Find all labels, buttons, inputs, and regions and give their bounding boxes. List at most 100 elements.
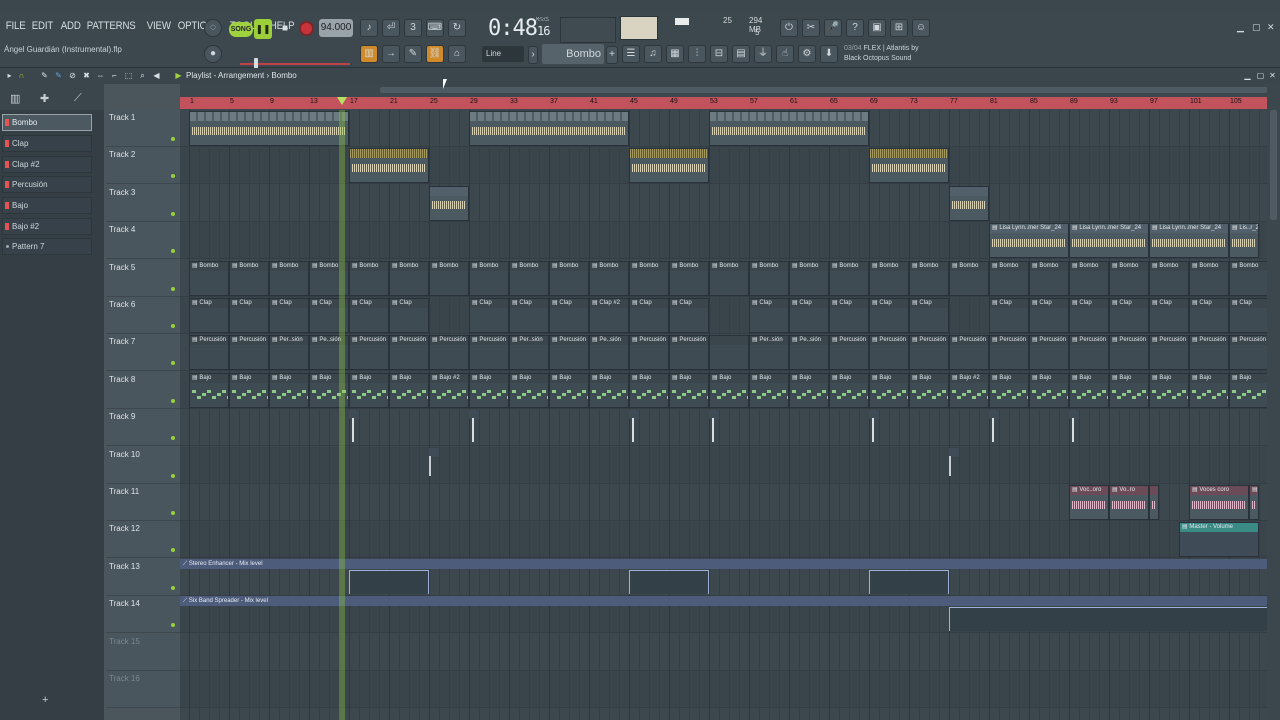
online-icon[interactable]: ⏻ [780,19,798,37]
track-mute-led[interactable] [171,548,175,552]
clip[interactable]: ▤ Clap [669,298,709,333]
track-mute-led[interactable] [171,436,175,440]
clip[interactable] [709,335,749,371]
countdown-icon[interactable]: 3 [404,19,422,37]
clip[interactable] [469,410,479,445]
track-mute-led[interactable] [171,137,175,141]
scroll-thumb[interactable] [380,87,1280,93]
clip[interactable]: ▤ Bajo [629,372,669,408]
track-mute-led[interactable] [171,474,175,478]
clip[interactable]: ▤ Bombo [749,260,789,296]
piano-icon[interactable]: ▥ [10,92,20,105]
track-mute-led[interactable] [171,212,175,216]
clip[interactable]: ▤ Percusión [629,335,669,371]
clip[interactable]: ▤ Pe..sión [589,335,629,371]
clip[interactable]: ▤ Clap [1069,298,1109,333]
pattern-item-percusion[interactable]: Percusión [2,176,92,193]
clip[interactable]: ▤ Bajo [389,372,429,408]
piano-roll-window-icon[interactable]: ♫ [644,45,662,63]
minimize-icon[interactable]: ▁ [1237,22,1244,33]
clip[interactable]: ▤ Clap [189,298,229,333]
clip[interactable]: ▤ Bombo [549,260,589,296]
horizontal-scrollbar[interactable] [180,84,1280,96]
clip[interactable] [349,410,359,445]
picker-add-icon[interactable]: + [42,694,48,706]
track-header[interactable]: Track 2 [106,147,180,184]
help-icon[interactable]: ? [846,19,864,37]
plugin-picker-icon[interactable]: ▤ [732,45,750,63]
clip[interactable] [709,410,719,445]
mixer-window-icon[interactable]: ⫶ [688,45,706,63]
step-edit-icon[interactable]: ⌨ [426,19,444,37]
clip[interactable]: ▤ Bajo [1029,372,1069,408]
clip[interactable]: ▤ Bajo [229,372,269,408]
menu-edit[interactable]: EDIT [30,16,55,36]
track-mute-led[interactable] [171,287,175,291]
stop-button[interactable]: ■ [276,19,294,39]
wait-input-icon[interactable]: ⏎ [382,19,400,37]
magnet-icon[interactable]: ∩ [17,71,26,80]
clip[interactable]: ▤ Bombo [789,260,829,296]
chat-icon[interactable]: ☺ [912,19,930,37]
clip[interactable]: ▤ Per..sión [269,335,309,371]
menu-add[interactable]: ADD [59,16,82,36]
clip[interactable]: ▤ Vo..ro [1109,485,1149,520]
pattern-item-7[interactable]: Pattern 7 [2,238,92,255]
clip[interactable]: ▤ Clap [629,298,669,333]
clip[interactable]: ▤ Bajo [549,372,589,408]
playlist-close-icon[interactable]: ✕ [1268,71,1277,80]
track-mute-led[interactable] [171,174,175,178]
track-mute-led[interactable] [171,511,175,515]
clip[interactable]: ▤ Bombo [589,260,629,296]
playlist-title[interactable]: Playlist - Arrangement [186,71,264,80]
draw-tool-icon[interactable]: ✎ [40,71,49,80]
news-panel[interactable]: 03/04 FLEX | Atlantis by Black Octopus S… [844,44,952,66]
clip[interactable]: ▤ Percusión [989,335,1029,371]
clip[interactable]: ▤ Bajo [789,372,829,408]
clip[interactable]: ▤ Percusión [869,335,909,371]
clip[interactable] [949,447,959,483]
clip[interactable]: ▤ Bajo [669,372,709,408]
tempo-display[interactable]: 94.000 [319,19,353,37]
clip[interactable] [469,111,629,146]
clip[interactable]: ▤ Bajo [349,372,389,408]
clip[interactable]: ▤ Bombo [349,260,389,296]
clip[interactable]: ▤ Bajo [829,372,869,408]
clip[interactable]: ▤ Clap [349,298,389,333]
clip[interactable]: ▤ Bombo [709,260,749,296]
clip[interactable]: ▤ Bajo #2 [429,372,469,408]
clip[interactable]: ▤ Bajo [869,372,909,408]
pattern-selector[interactable]: Bombo [542,44,604,64]
snap-selector[interactable]: Line [482,46,524,62]
clip[interactable]: ▤ Bombo [1149,260,1189,296]
clip[interactable]: ▤ Bajo [749,372,789,408]
clip[interactable]: ▤ Bombo [269,260,309,296]
clip[interactable]: ▤ Clap #2 [589,298,629,333]
clip[interactable]: ▤ Bombo [629,260,669,296]
clip[interactable]: ▤ Bajo [989,372,1029,408]
clip[interactable]: ▤ Clap [389,298,429,333]
track-header[interactable]: Track 16 [106,671,180,708]
clip[interactable]: ▤ Percusión [1149,335,1189,371]
clip[interactable]: ▤ Clap [269,298,309,333]
clip[interactable]: ▤ Master - Volume [1179,522,1259,558]
save-icon[interactable]: ▣ [868,19,886,37]
clip[interactable]: ▤ Clap [789,298,829,333]
brush-icon[interactable]: ✎ [404,45,422,63]
clip[interactable]: ▤ Percusión [949,335,989,371]
clip[interactable] [629,410,639,445]
clip[interactable]: ▤ Bajo [1109,372,1149,408]
add-pattern-icon[interactable]: + [606,46,618,64]
clip[interactable]: ▤ Bombo [469,260,509,296]
clip[interactable]: ▤ Bombo [189,260,229,296]
play-pause-button[interactable]: ❚❚ [254,19,272,39]
clip[interactable]: ▤ Clap [909,298,949,333]
cpu-knob-icon[interactable]: ◌ [204,19,222,37]
clip[interactable] [349,148,429,184]
track-header[interactable]: Track 1 [106,110,180,147]
clip[interactable]: ▤ Bajo [1149,372,1189,408]
clip[interactable]: ▤ Percusión [1189,335,1229,371]
clip[interactable]: ▤ Percusión [229,335,269,371]
download-icon[interactable]: ⬇ [820,45,838,63]
clip[interactable]: ▤ Percusión [469,335,509,371]
